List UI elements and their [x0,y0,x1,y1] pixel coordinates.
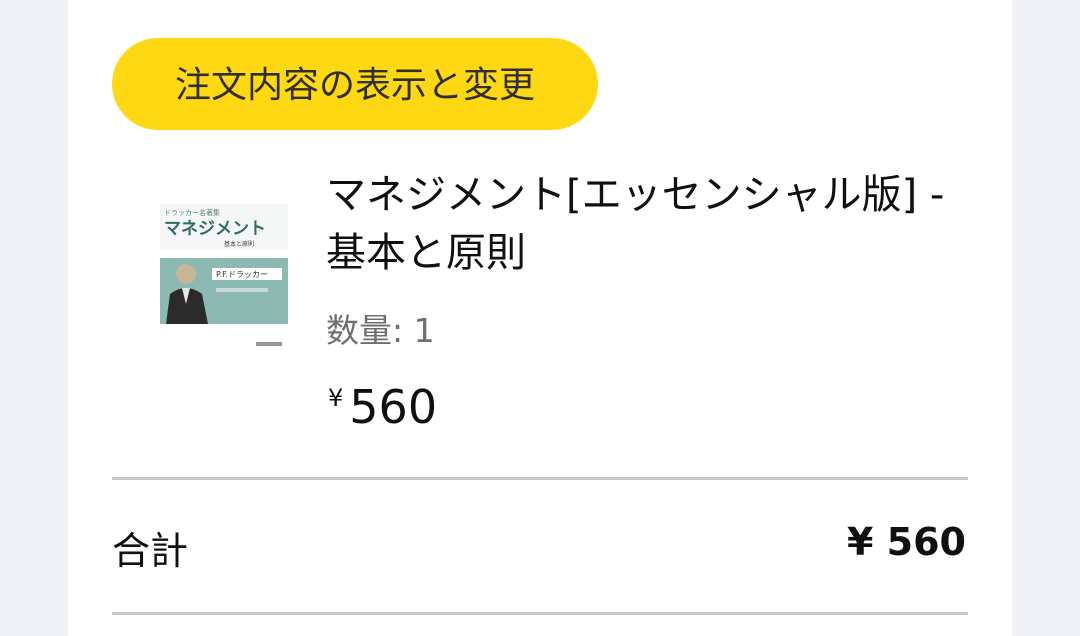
total-value: ¥ 560 [847,520,966,564]
cover-series-text: ドラッカー名著集 [164,208,220,217]
cover-author-text: P.F.ドラッカー [216,270,268,279]
edit-order-button[interactable]: 注文内容の表示と変更 [112,38,598,130]
divider [112,612,968,615]
order-card: 注文内容の表示と変更 ドラッカー名著集 マネジメント 基本と原則 P.F.ドラッ… [68,0,1012,636]
divider [112,477,968,480]
product-title[interactable]: マネジメント[エッセンシャル版] - 基本と原則 [326,166,966,282]
cover-publisher-mark [256,342,282,346]
order-item: ドラッカー名著集 マネジメント 基本と原則 P.F.ドラッカー マネジメント[エ… [68,150,1012,450]
total-label: 合計 [112,529,189,573]
item-price: ¥ 560 [328,380,437,434]
cover-portrait-head [176,264,196,284]
cover-subtitle-text: 基本と原則 [224,240,254,248]
quantity-label: 数量: 1 [326,311,435,350]
book-cover-image[interactable]: ドラッカー名著集 マネジメント 基本と原則 P.F.ドラッカー [160,204,288,352]
cover-title-text: マネジメント [164,219,266,239]
cover-translator-line [216,288,268,292]
price-value: 560 [349,380,438,434]
price-currency-symbol: ¥ [328,384,344,412]
